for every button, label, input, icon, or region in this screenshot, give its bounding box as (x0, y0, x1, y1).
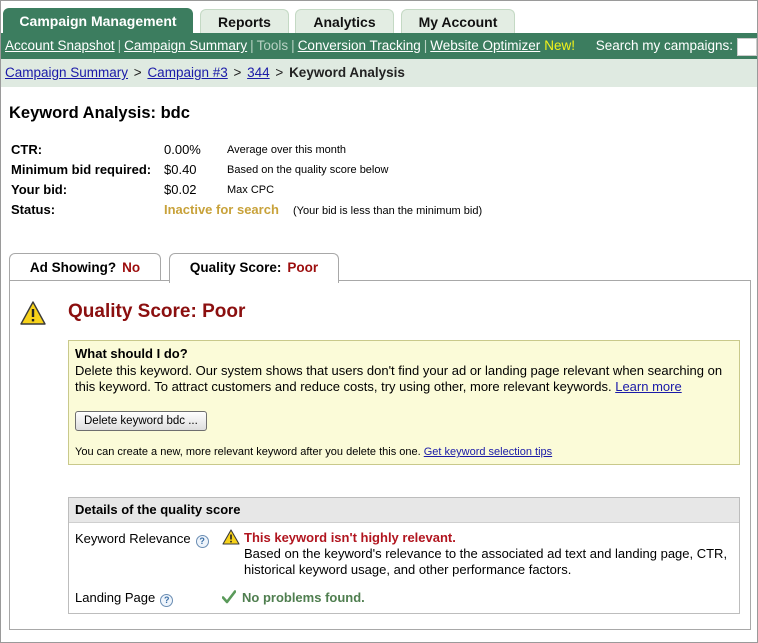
stat-label: Status: (11, 202, 56, 217)
tab-my-account[interactable]: My Account (401, 9, 515, 34)
checkmark-icon (222, 590, 236, 604)
label-text: Landing Page (75, 590, 156, 605)
what-should-i-do-text: Delete this keyword. Our system shows th… (75, 363, 735, 395)
tab-campaign-management[interactable]: Campaign Management (3, 8, 193, 34)
main-tab-bar: Campaign Management Reports Analytics My… (1, 1, 757, 34)
stat-label: Minimum bid required: (11, 162, 152, 177)
stat-label: Your bid: (11, 182, 68, 197)
tab-reports[interactable]: Reports (200, 9, 289, 34)
tab-quality-score[interactable]: Quality Score: Poor (169, 253, 339, 283)
stat-note: Max CPC (227, 184, 275, 196)
warning-icon (222, 529, 240, 545)
stat-value: $0.40 (164, 162, 197, 177)
warning-icon (20, 301, 46, 325)
status-value: Inactive for search (164, 202, 279, 217)
keyword-relevance-label: Keyword Relevance? (75, 531, 209, 548)
stat-note: (Your bid is less than the minimum bid) (293, 205, 483, 217)
nav-account-snapshot[interactable]: Account Snapshot (5, 38, 115, 53)
stat-value: 0.00% (164, 142, 201, 157)
search-label: Search my campaigns: (595, 38, 733, 53)
help-icon[interactable]: ? (195, 535, 209, 548)
learn-more-link[interactable]: Learn more (615, 379, 681, 394)
what-should-i-do-box: What should I do? Delete this keyword. O… (68, 340, 740, 465)
delete-footnote: You can create a new, more relevant keyw… (75, 446, 552, 458)
breadcrumb-adgroup-344[interactable]: 344 (247, 65, 270, 80)
delete-keyword-button[interactable]: Delete keyword bdc ... (75, 411, 207, 431)
breadcrumb: Campaign Summary > Campaign #3 > 344 > K… (1, 59, 757, 87)
sub-navigation: Account Snapshot | Campaign Summary | Tools |… (1, 33, 757, 59)
relevance-status: This keyword isn't highly relevant. (244, 530, 456, 545)
nav-tools: Tools (256, 38, 289, 53)
nav-website-optimizer[interactable]: Website Optimizer (430, 38, 540, 53)
tab-ad-showing[interactable]: Ad Showing? No (9, 253, 161, 282)
page-title: Keyword Analysis: bdc (9, 104, 190, 122)
nav-conversion-tracking[interactable]: Conversion Tracking (298, 38, 421, 53)
new-badge: New! (544, 38, 576, 53)
keyword-selection-tips-link[interactable]: Get keyword selection tips (424, 446, 552, 458)
footnote-text: You can create a new, more relevant keyw… (75, 446, 424, 458)
breadcrumb-campaign-summary[interactable]: Campaign Summary (5, 65, 128, 80)
tab-value: Poor (287, 260, 319, 275)
landing-page-status: No problems found. (242, 590, 365, 605)
stat-value: $0.02 (164, 182, 197, 197)
quality-score-heading: Quality Score: Poor (68, 301, 246, 322)
landing-page-label: Landing Page? (75, 590, 174, 607)
details-header: Details of the quality score (69, 498, 739, 523)
quality-details-box: Details of the quality score Keyword Rel… (68, 497, 740, 614)
nav-campaign-summary[interactable]: Campaign Summary (124, 38, 247, 53)
breadcrumb-campaign-3[interactable]: Campaign #3 (147, 65, 227, 80)
relevance-explanation: Based on the keyword's relevance to the … (244, 546, 728, 577)
tab-label: Quality Score: (189, 260, 282, 275)
stat-note: Based on the quality score below (227, 164, 389, 176)
tab-analytics[interactable]: Analytics (295, 9, 394, 34)
tab-label: Ad Showing? (29, 260, 117, 275)
stat-label: CTR: (11, 142, 43, 157)
tab-value: No (122, 260, 141, 275)
what-should-i-do-title: What should I do? (75, 346, 188, 361)
stat-note: Average over this month (227, 144, 347, 156)
help-icon[interactable]: ? (160, 594, 174, 607)
label-text: Keyword Relevance (75, 531, 191, 546)
search-campaigns-input[interactable] (737, 38, 757, 56)
breadcrumb-current: Keyword Analysis (289, 65, 405, 80)
